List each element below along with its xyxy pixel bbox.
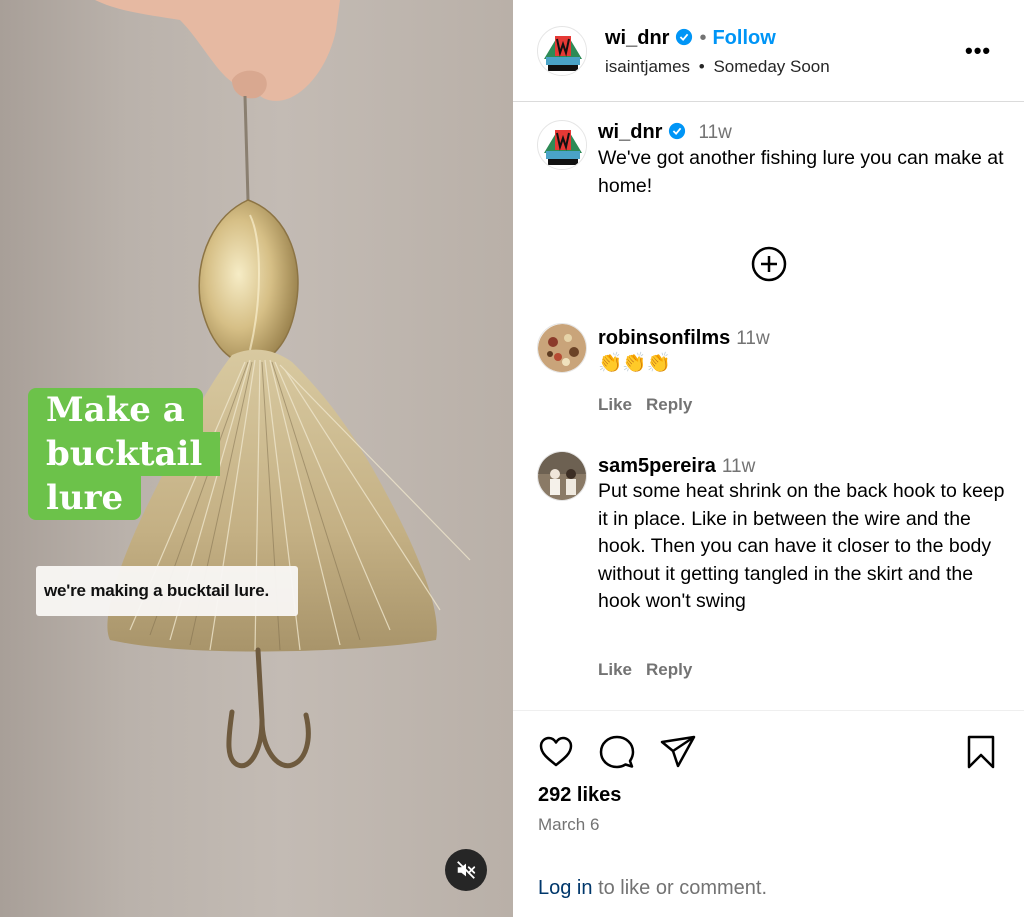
- sam5pereira-avatar-icon: [538, 452, 586, 500]
- follow-button[interactable]: Follow: [712, 27, 775, 49]
- comment-text: 👏👏👏: [598, 352, 671, 374]
- post-footer: 292 likes March 6 Log in to like or comm…: [513, 710, 1024, 917]
- login-link[interactable]: Log in: [538, 877, 593, 899]
- post-caption: wi_dnr 11w We've got another fishing lure…: [598, 121, 1008, 200]
- plus-circle-icon[interactable]: [750, 245, 788, 283]
- mute-button[interactable]: [445, 849, 487, 891]
- comment-actions: Like Reply: [598, 660, 706, 680]
- bookmark-icon[interactable]: [962, 733, 1000, 771]
- login-prompt-text: to like or comment.: [598, 877, 768, 899]
- audio-attribution: isaintjames • Someday Soon: [605, 57, 830, 77]
- comment-icon[interactable]: [598, 733, 636, 771]
- reply-button[interactable]: Reply: [646, 660, 692, 679]
- comment-username[interactable]: sam5pereira: [598, 455, 716, 477]
- verified-badge-icon: [675, 28, 693, 52]
- reply-button[interactable]: Reply: [646, 395, 692, 414]
- post-date[interactable]: March 6: [538, 815, 599, 835]
- more-options-icon[interactable]: •••: [965, 38, 991, 64]
- like-comment-button[interactable]: Like: [598, 660, 632, 679]
- post-header: wi_dnr • Follow isaintjames • Someday Soon…: [513, 0, 1024, 102]
- header-user-line: wi_dnr • Follow: [605, 27, 776, 52]
- caption-time[interactable]: 11w: [698, 122, 731, 143]
- comment-text: Put some heat shrink on the back hook to…: [598, 480, 1005, 612]
- comment-actions: Like Reply: [598, 395, 706, 415]
- heart-icon[interactable]: [537, 733, 575, 771]
- avatar[interactable]: [537, 451, 587, 501]
- comments-section: wi_dnr 11w We've got another fishing lure…: [513, 103, 1024, 709]
- comment-time[interactable]: 11w: [736, 328, 769, 349]
- speaker-muted-icon: [457, 861, 476, 879]
- caption-username[interactable]: wi_dnr: [598, 121, 662, 143]
- comment-time[interactable]: 11w: [722, 456, 755, 477]
- wi-dnr-logo-icon: [539, 122, 586, 169]
- separator: •: [698, 57, 705, 76]
- caption-line: bucktail: [28, 432, 221, 476]
- caption-line: lure: [28, 476, 142, 520]
- comment-username[interactable]: robinsonfilms: [598, 327, 730, 349]
- verified-badge-icon: [668, 122, 686, 145]
- avatar[interactable]: [537, 120, 587, 170]
- post-media[interactable]: Make a bucktail lure we're making a buck…: [0, 0, 513, 917]
- audio-user-link[interactable]: isaintjames: [605, 57, 690, 76]
- caption-line: Make a: [28, 388, 203, 432]
- avatar[interactable]: [537, 26, 587, 76]
- share-icon[interactable]: [659, 733, 697, 771]
- video-caption-title: Make a bucktail lure: [28, 388, 221, 520]
- audio-track-link[interactable]: Someday Soon: [713, 57, 829, 76]
- comment: robinsonfilms 11w 👏👏👏: [598, 327, 1008, 378]
- video-subtitle: we're making a bucktail lure.: [36, 566, 298, 616]
- robinsonfilms-avatar-icon: [538, 324, 586, 372]
- post-sidebar: wi_dnr • Follow isaintjames • Someday Soon…: [513, 0, 1024, 917]
- like-comment-button[interactable]: Like: [598, 395, 632, 414]
- login-prompt: Log in to like or comment.: [538, 877, 767, 900]
- avatar[interactable]: [537, 323, 587, 373]
- wi-dnr-logo-icon: [539, 28, 586, 75]
- likes-count[interactable]: 292 likes: [538, 784, 621, 807]
- caption-text: We've got another fishing lure you can m…: [598, 147, 1004, 197]
- separator: •: [699, 27, 707, 49]
- comment: sam5pereira 11w Put some heat shrink on t…: [598, 455, 1008, 616]
- header-username[interactable]: wi_dnr: [605, 27, 669, 49]
